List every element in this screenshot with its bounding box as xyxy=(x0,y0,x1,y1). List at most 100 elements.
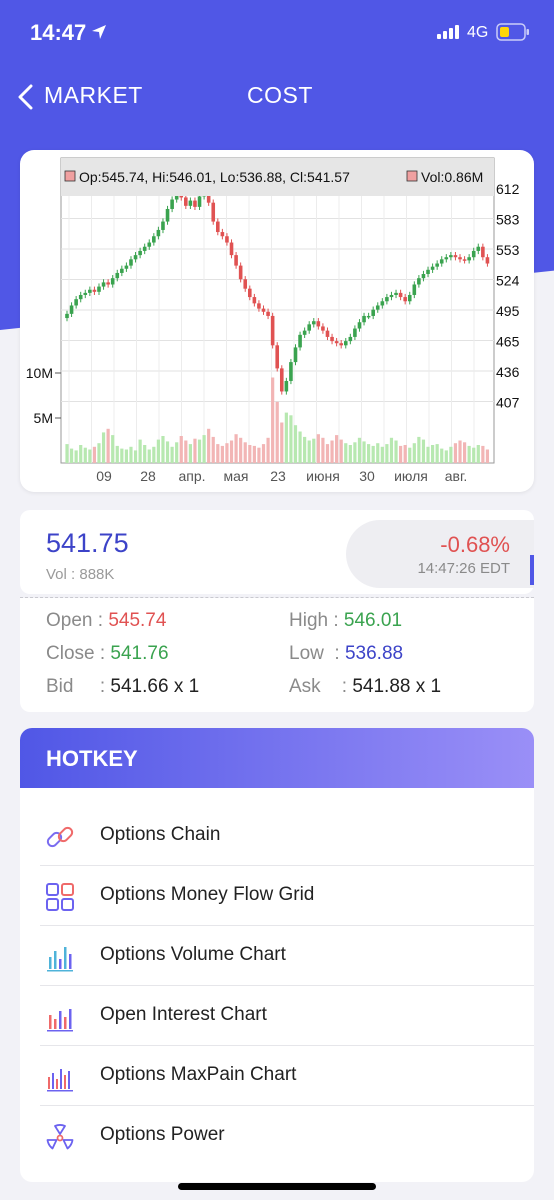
hotkey-open-interest-chart[interactable]: Open Interest Chart xyxy=(20,986,534,1046)
x-tick-label: 30 xyxy=(359,468,375,484)
candle-body xyxy=(334,341,339,344)
candle-body xyxy=(234,255,238,266)
volume-bar xyxy=(239,437,243,463)
candle-body xyxy=(467,257,471,261)
candle-body xyxy=(147,242,152,247)
candle-body xyxy=(421,274,426,279)
chevron-left-icon[interactable] xyxy=(16,84,36,110)
candle-body xyxy=(357,322,362,329)
volume-bar xyxy=(280,422,284,463)
x-tick-label: 28 xyxy=(140,468,156,484)
candle-body xyxy=(302,330,307,335)
hotkey-label: Options Money Flow Grid xyxy=(100,884,315,905)
ask-value: 541.88 x 1 xyxy=(352,676,442,697)
volume-bar xyxy=(65,444,69,463)
volume-bar xyxy=(243,442,247,463)
candle-body xyxy=(471,250,476,258)
volume-bar xyxy=(481,445,485,463)
candle-body xyxy=(270,315,275,346)
candle-body xyxy=(78,294,83,300)
candle-body xyxy=(275,345,280,369)
bid-value: 541.66 x 1 xyxy=(110,676,200,697)
volume-bar xyxy=(225,443,229,463)
candle-body xyxy=(321,326,325,331)
candle-body xyxy=(193,200,197,207)
volume-bar xyxy=(357,437,362,463)
close-label: Close : xyxy=(46,643,111,664)
volume-bar xyxy=(124,449,129,463)
volume-bar xyxy=(138,439,142,463)
volume-bar xyxy=(412,443,416,463)
candle-body xyxy=(216,221,220,233)
close-row: Close : 541.76 xyxy=(46,643,169,665)
volume-tick-label: 5M xyxy=(34,410,53,426)
volume-bar xyxy=(133,450,138,463)
volume-bar xyxy=(426,446,430,463)
hotkey-label: Open Interest Chart xyxy=(100,1004,267,1025)
candle-body xyxy=(339,343,343,346)
candle-body xyxy=(417,278,421,285)
volume-bar xyxy=(74,450,78,463)
volume-bar xyxy=(371,445,375,463)
price-chart-card[interactable]: 612 583 553 524 495 465 436 407 10M 5M 09 28 апр. мая… xyxy=(20,150,534,492)
radiation-icon xyxy=(46,1124,74,1150)
open-label: Open : xyxy=(46,610,109,631)
volume-bar xyxy=(476,445,480,463)
volume-bar xyxy=(211,436,215,463)
status-bar: 14:47 4G xyxy=(0,0,554,66)
candle-body xyxy=(170,199,174,209)
open-value: 545.74 xyxy=(108,610,167,631)
volume-bar xyxy=(88,449,92,463)
candle-body xyxy=(156,229,161,237)
volume-bar xyxy=(271,377,275,463)
candle-body xyxy=(83,292,88,295)
grid-icon xyxy=(46,883,74,911)
volume-bar xyxy=(170,446,174,463)
volume-bar xyxy=(335,435,339,463)
volume-bar xyxy=(202,435,206,463)
candle-body xyxy=(289,362,293,381)
volume-bar xyxy=(193,438,197,463)
hotkey-volume-chart[interactable]: Options Volume Chart xyxy=(20,926,534,986)
volume-bar xyxy=(394,440,398,463)
price-tick-label: 407 xyxy=(496,395,520,411)
volume-bar xyxy=(197,439,202,463)
ohlc-legend-swatch xyxy=(64,170,76,182)
volume-bar xyxy=(312,438,316,463)
candle-body xyxy=(407,294,412,302)
hotkey-maxpain-chart[interactable]: Options MaxPain Chart xyxy=(20,1046,534,1106)
candle-body xyxy=(330,336,334,342)
candle-body xyxy=(453,255,458,258)
bar-chart-icon xyxy=(47,947,73,972)
volume-bar xyxy=(389,437,394,463)
candle-body xyxy=(65,313,69,319)
candle-body xyxy=(252,297,257,304)
volume-label: Vol : 888K xyxy=(46,566,115,583)
open-row: Open : 545.74 xyxy=(46,610,166,632)
hotkey-money-flow-grid[interactable]: Options Money Flow Grid xyxy=(20,866,534,926)
candle-body xyxy=(348,336,353,342)
hotkey-options-chain[interactable]: Options Chain xyxy=(20,806,534,866)
hotkey-label: Options Volume Chart xyxy=(100,944,286,965)
battery-icon xyxy=(496,23,529,41)
vol-legend-swatch xyxy=(406,170,418,182)
volume-bar xyxy=(440,448,444,463)
ask-row: Ask : 541.88 x 1 xyxy=(289,676,441,698)
vol-summary: Vol:0.86M xyxy=(421,169,483,185)
hotkey-options-power[interactable]: Options Power xyxy=(20,1106,534,1166)
candle-body xyxy=(449,255,453,258)
nav-bar: MARKET COST xyxy=(0,74,554,118)
volume-bar xyxy=(453,443,458,463)
volume-bar xyxy=(325,444,330,463)
candle-body xyxy=(439,259,444,264)
home-indicator xyxy=(178,1183,376,1190)
back-button[interactable]: MARKET xyxy=(44,82,143,109)
candle-body xyxy=(293,347,298,363)
candle-body xyxy=(152,236,156,243)
candle-body xyxy=(430,266,435,270)
candle-body xyxy=(106,282,110,285)
candle-body xyxy=(426,269,430,274)
x-tick-label: июня xyxy=(306,468,340,484)
candlestick-chart[interactable]: 612 583 553 524 495 465 436 407 10M 5M 09 28 апр. мая… xyxy=(20,150,534,492)
volume-bar xyxy=(188,444,192,463)
